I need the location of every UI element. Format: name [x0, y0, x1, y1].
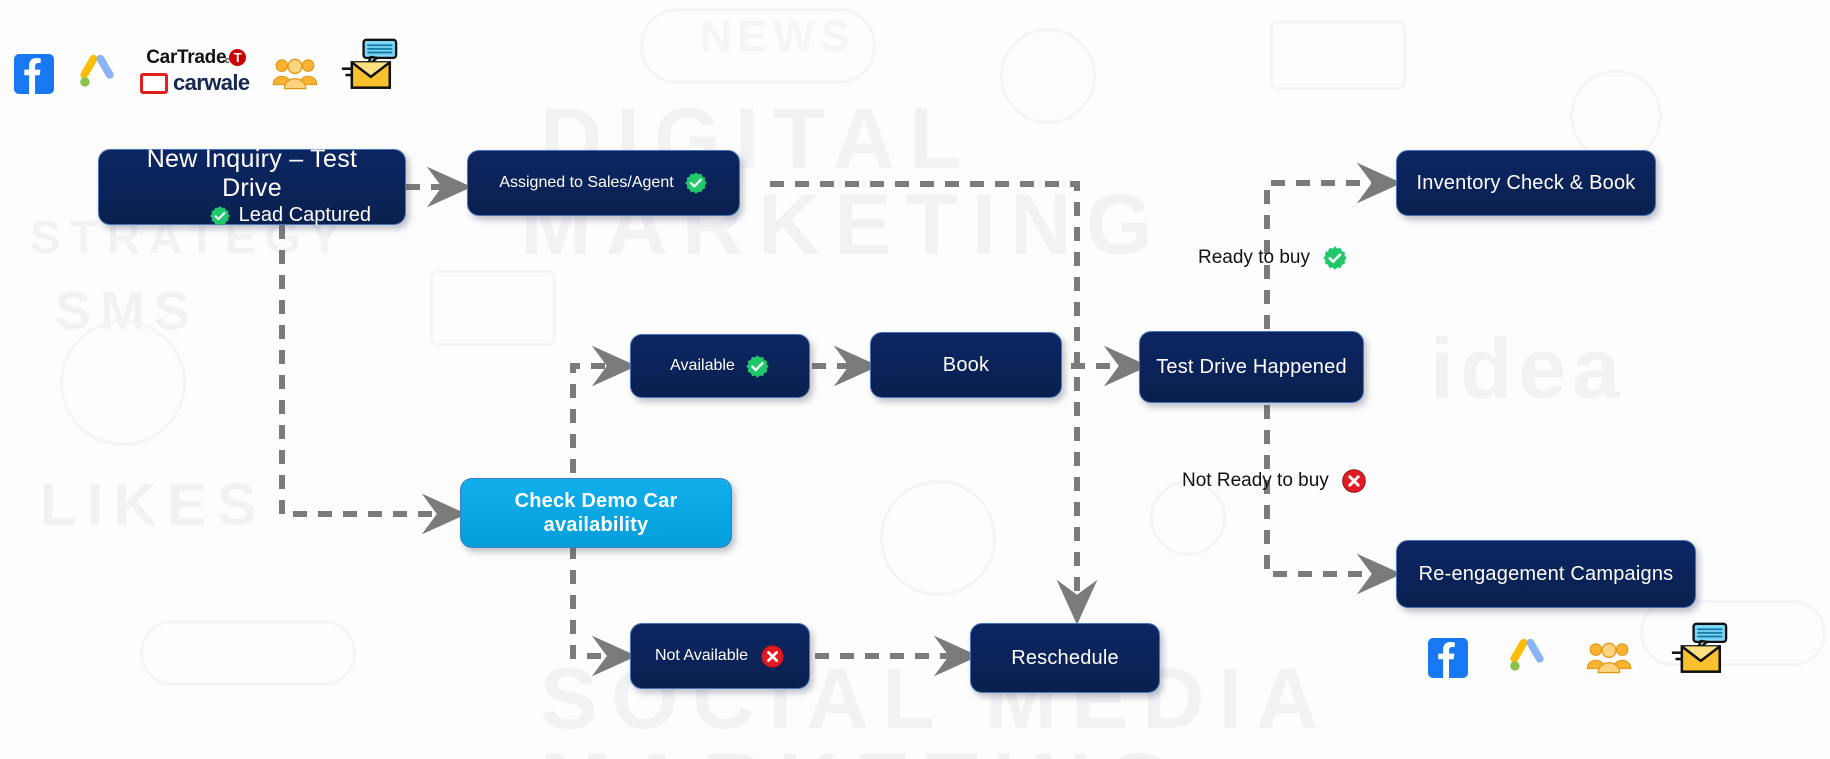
- node-assigned-sales-agent-label: Assigned to Sales/Agent: [499, 174, 674, 191]
- edge-label-ready-to-buy: Ready to buy: [1198, 245, 1348, 271]
- google-ads-icon[interactable]: [1506, 634, 1548, 676]
- edge-label-not-ready-to-buy: Not Ready to buy: [1182, 468, 1367, 494]
- watermark-smm: MARKETING: [540, 735, 1187, 759]
- watermark-rect-2: [430, 270, 556, 346]
- check-badge-icon: [684, 171, 708, 195]
- facebook-icon[interactable]: [1428, 638, 1468, 678]
- lead-sources-bottom-cluster: [1428, 622, 1728, 678]
- watermark-sms: SMS: [55, 281, 200, 341]
- node-reschedule[interactable]: Reschedule: [970, 623, 1160, 693]
- error-badge-icon: [760, 644, 785, 669]
- node-re-engagement-campaigns[interactable]: Re-engagement Campaigns: [1396, 540, 1696, 608]
- facebook-icon[interactable]: [14, 54, 54, 94]
- node-available-label: Available: [670, 357, 735, 374]
- cartrade-carwale-icon[interactable]: CarTradeT .com carwale: [140, 48, 250, 94]
- watermark-circle-3: [880, 480, 996, 596]
- watermark-circle-1: [1000, 28, 1096, 124]
- node-inventory-check-book-label: Inventory Check & Book: [1416, 172, 1636, 194]
- flowchart-canvas: DIGITAL MARKETING SOCIAL MEDIA MARKETING…: [0, 0, 1830, 759]
- watermark-circle-4: [1570, 70, 1662, 162]
- error-badge-icon: [1341, 468, 1367, 494]
- check-badge-icon: [209, 205, 231, 227]
- watermark-news-bubble: [640, 8, 876, 84]
- node-available[interactable]: Available: [630, 334, 810, 398]
- google-ads-icon[interactable]: [76, 50, 118, 92]
- node-test-drive-happened[interactable]: Test Drive Happened: [1139, 331, 1364, 403]
- node-new-inquiry[interactable]: New Inquiry – Test Drive Lead Captured: [98, 145, 406, 227]
- node-book-label: Book: [942, 354, 990, 376]
- check-badge-icon: [1322, 245, 1348, 271]
- node-assigned-sales-agent[interactable]: Assigned to Sales/Agent: [467, 150, 740, 216]
- people-group-icon[interactable]: [272, 54, 318, 92]
- wire-inquiry-to-check-demo: [279, 225, 467, 535]
- node-inventory-check-book[interactable]: Inventory Check & Book: [1396, 150, 1656, 216]
- node-check-demo-car[interactable]: Check Demo Car availability: [460, 478, 732, 548]
- cartrade-label: CarTrade: [146, 47, 227, 68]
- node-re-engagement-campaigns-label: Re-engagement Campaigns: [1418, 563, 1674, 585]
- email-chat-icon[interactable]: [1670, 622, 1728, 678]
- watermark-rect-1: [1270, 20, 1406, 90]
- node-new-inquiry-subtitle: Lead Captured: [238, 204, 371, 227]
- edge-label-not-ready-to-buy-text: Not Ready to buy: [1182, 470, 1329, 491]
- node-not-available[interactable]: Not Available: [630, 623, 810, 689]
- node-test-drive-happened-label: Test Drive Happened: [1156, 356, 1347, 378]
- watermark-circle-2: [60, 320, 186, 446]
- node-not-available-label: Not Available: [654, 647, 749, 664]
- carwale-label: carwale: [173, 70, 250, 95]
- watermark-likes: LIKES: [40, 471, 267, 538]
- check-badge-icon: [745, 354, 770, 379]
- lead-sources-top-cluster: CarTradeT .com carwale: [14, 38, 398, 94]
- wire-check-demo-to-not-available: [570, 545, 637, 677]
- node-new-inquiry-title: New Inquiry – Test Drive: [146, 144, 358, 202]
- email-chat-icon[interactable]: [340, 38, 398, 94]
- watermark-idea: idea: [1430, 321, 1627, 417]
- node-check-demo-car-label: Check Demo Car availability: [514, 490, 678, 536]
- node-book[interactable]: Book: [870, 332, 1062, 398]
- edge-label-ready-to-buy-text: Ready to buy: [1198, 247, 1310, 268]
- watermark-bubble-2: [140, 620, 356, 686]
- node-reschedule-label: Reschedule: [1011, 647, 1119, 669]
- people-group-icon[interactable]: [1586, 638, 1632, 676]
- watermark-news: NEWS: [700, 12, 856, 61]
